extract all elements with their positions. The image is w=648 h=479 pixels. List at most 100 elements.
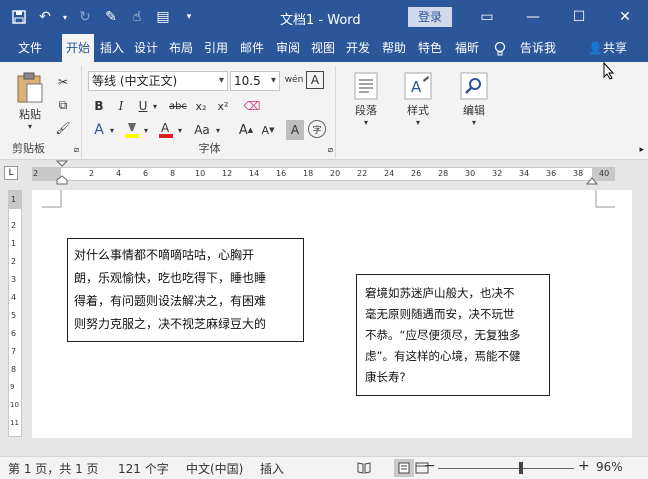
format-painter-brush-icon[interactable]: 🖌	[54, 118, 72, 138]
text-line: 毫无原则随遇而安，决不玩世	[365, 307, 515, 321]
maximize-icon[interactable]: ☐	[556, 0, 602, 34]
tab-home[interactable]: 开始	[62, 34, 94, 62]
tell-me-search[interactable]: 告诉我	[520, 34, 556, 62]
ruler-label: 2	[11, 257, 17, 266]
font-color-dropdown-icon[interactable]: ▾	[176, 120, 184, 140]
zoom-out-icon[interactable]: −	[424, 458, 436, 474]
tab-references[interactable]: 引用	[200, 34, 232, 62]
tab-insert[interactable]: 插入	[97, 34, 127, 62]
ruler-label: 10	[195, 169, 206, 178]
ruler-label: 6	[143, 169, 149, 178]
save-icon[interactable]	[8, 6, 30, 28]
tab-view[interactable]: 视图	[307, 34, 339, 62]
tab-foxit[interactable]: 福昕	[450, 34, 484, 62]
language-indicator[interactable]: 中文(中国)	[186, 460, 243, 477]
highlight-icon[interactable]	[122, 120, 142, 140]
font-name-combo[interactable]: 等线 (中文正文) ▾	[88, 71, 228, 91]
close-icon[interactable]: ✕	[602, 0, 648, 34]
form-icon[interactable]: ▤	[152, 6, 174, 28]
vertical-ruler[interactable]: 1 2 1 2 3 4 5 6 7 8 9 10 11	[8, 190, 22, 437]
horizontal-ruler[interactable]: 2 2 4 6 8 10 12 14 16 18 20 22 24 26 28 …	[32, 167, 615, 181]
underline-dropdown-icon[interactable]: ▾	[151, 96, 159, 116]
character-border-icon[interactable]: A	[306, 71, 324, 89]
insert-mode[interactable]: 插入	[260, 460, 284, 477]
ribbon-display-options-icon[interactable]: ▭	[464, 0, 510, 34]
clipboard-launcher-icon[interactable]: ⧄	[74, 145, 79, 155]
tab-help[interactable]: 帮助	[378, 34, 410, 62]
highlight-dropdown-icon[interactable]: ▾	[142, 120, 150, 140]
superscript-icon[interactable]: x²	[214, 96, 232, 116]
tab-selector[interactable]: L	[4, 166, 18, 180]
tab-file[interactable]: 文件	[4, 34, 56, 62]
tab-featured[interactable]: 特色	[414, 34, 446, 62]
person-icon: 👤	[588, 41, 603, 55]
right-indent-marker-icon[interactable]	[586, 174, 598, 186]
font-size-combo[interactable]: 10.5 ▾	[230, 71, 280, 91]
copy-icon[interactable]: ⧉	[54, 95, 72, 115]
collapse-ribbon-icon[interactable]: ▸	[639, 145, 644, 155]
cut-icon[interactable]: ✂	[54, 72, 72, 92]
shrink-font-icon[interactable]: A ▼	[258, 120, 278, 140]
customize-qat-icon[interactable]: ▾	[178, 6, 200, 28]
italic-icon[interactable]: I	[112, 96, 130, 116]
phonetic-guide-icon[interactable]: wén	[284, 70, 304, 90]
tab-mailings[interactable]: 邮件	[236, 34, 268, 62]
paragraph-group: 段落 ▾	[338, 66, 390, 158]
undo-dropdown-icon[interactable]: ▾	[60, 6, 70, 28]
word-count[interactable]: 121 个字	[118, 460, 169, 477]
character-shading-icon[interactable]: A	[286, 120, 304, 140]
margin-corner-mark	[42, 190, 62, 208]
editing-button[interactable]: 编辑 ▾	[454, 72, 494, 127]
zoom-slider[interactable]	[438, 468, 574, 469]
minimize-icon[interactable]: —	[510, 0, 556, 34]
login-button[interactable]: 登录	[408, 7, 452, 27]
paste-dropdown-icon[interactable]: ▾	[8, 122, 52, 131]
text-box-2[interactable]: 窘境如苏迷庐山般大，也决不 毫无原则随遇而安，决不玩世 不恭。“应尽便须尽，无复…	[356, 274, 550, 396]
paste-icon	[17, 72, 43, 103]
subscript-icon[interactable]: x₂	[192, 96, 210, 116]
ruler-label: 36	[546, 169, 557, 178]
tab-layout[interactable]: 布局	[165, 34, 197, 62]
font-launcher-icon[interactable]: ⧄	[328, 145, 333, 155]
undo-icon[interactable]: ↶	[34, 6, 56, 28]
print-layout-icon[interactable]	[394, 459, 414, 477]
share-button[interactable]: 👤共享	[588, 34, 627, 62]
ruler-label: 16	[276, 169, 287, 178]
text-effects-dropdown-icon[interactable]: ▾	[108, 120, 116, 140]
enclose-characters-icon[interactable]: 字	[308, 120, 326, 138]
ruler-label: 4	[116, 169, 122, 178]
text-box-1[interactable]: 对什么事情都不嘀嘀咕咕，心胸开 朗，乐观愉快，吃也吃得下，睡也睡 得着，有问题则…	[67, 238, 304, 342]
lightbulb-icon[interactable]	[494, 34, 506, 62]
paste-button[interactable]: 粘贴 ▾	[8, 72, 52, 131]
page-count[interactable]: 第 1 页，共 1 页	[8, 460, 99, 477]
font-color-icon[interactable]: A	[156, 120, 176, 140]
tab-review[interactable]: 审阅	[272, 34, 304, 62]
paragraph-icon	[354, 72, 378, 100]
clear-formatting-icon[interactable]: ⌫	[242, 96, 262, 116]
zoom-slider-thumb[interactable]	[519, 462, 523, 474]
text-effects-icon[interactable]: A	[90, 120, 108, 140]
touch-mode-icon[interactable]: ☝	[126, 6, 148, 28]
zoom-level[interactable]: 96%	[596, 460, 623, 474]
change-case-dropdown-icon[interactable]: ▾	[214, 120, 222, 140]
tab-design[interactable]: 设计	[131, 34, 161, 62]
text-line: 虑”。有这样的心境，焉能不健	[365, 349, 521, 363]
styles-button[interactable]: A 样式 ▾	[398, 72, 438, 127]
chevron-down-icon: ▾	[270, 75, 276, 86]
grow-font-icon[interactable]: A ▲	[236, 120, 256, 140]
ruler-label: 9	[10, 383, 15, 391]
change-case-icon[interactable]: Aa	[190, 120, 214, 140]
bold-icon[interactable]: B	[90, 96, 108, 116]
read-mode-icon[interactable]	[354, 459, 374, 477]
format-painter-icon[interactable]: ✎	[100, 6, 122, 28]
document-page[interactable]: 对什么事情都不嘀嘀咕咕，心胸开 朗，乐观愉快，吃也吃得下，睡也睡 得着，有问题则…	[32, 190, 632, 438]
indent-marker-icon[interactable]	[56, 160, 68, 186]
styles-label: 样式	[407, 104, 429, 117]
zoom-in-icon[interactable]: +	[578, 458, 590, 474]
strikethrough-icon[interactable]: abc	[166, 96, 190, 116]
paragraph-button[interactable]: 段落 ▾	[346, 72, 386, 127]
redo-icon[interactable]: ↻	[74, 6, 96, 28]
tab-developer[interactable]: 开发	[342, 34, 374, 62]
underline-icon[interactable]: U	[134, 96, 152, 116]
ruler-label: 11	[10, 419, 19, 427]
